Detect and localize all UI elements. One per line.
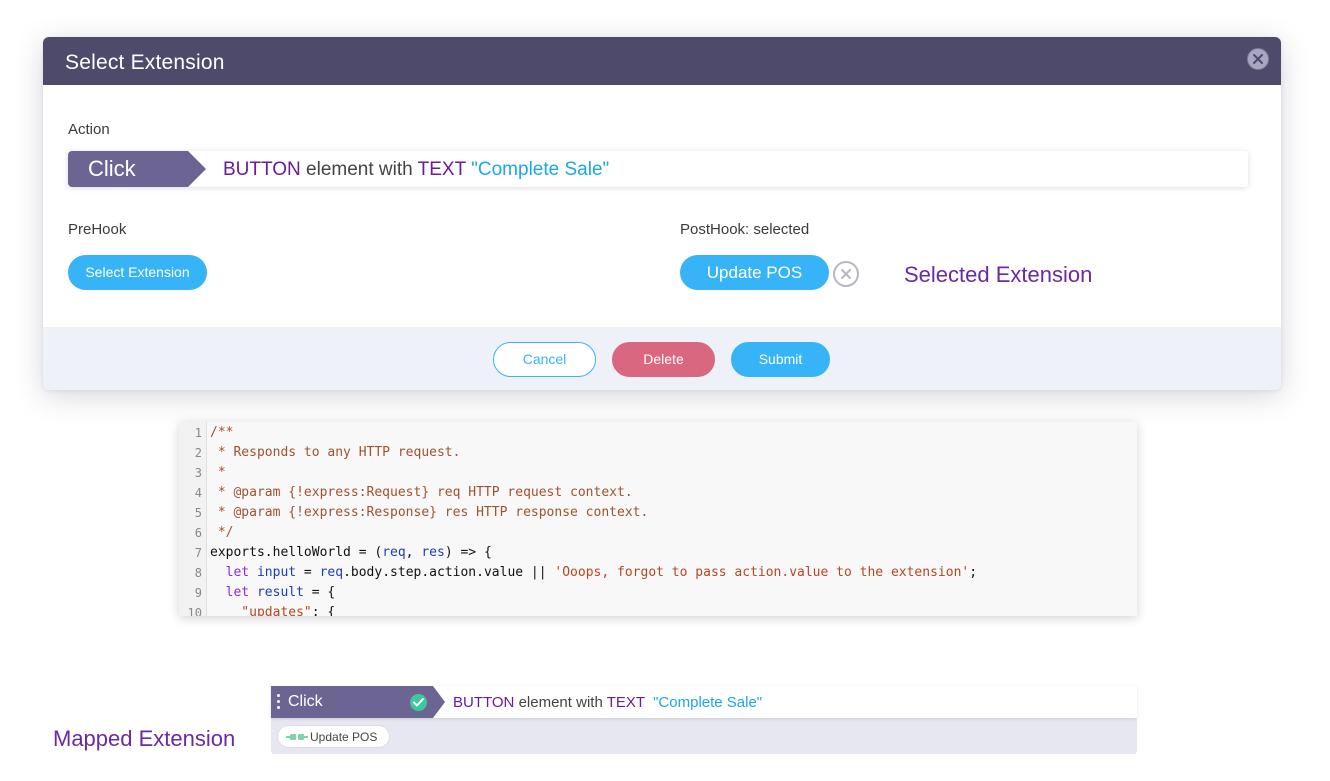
code-line: 6 */: [179, 524, 1137, 544]
code-token: ;: [969, 565, 978, 580]
line-number: 10: [187, 606, 202, 616]
prehook-label: PreHook: [68, 221, 127, 238]
code-token: exports.helloWorld = (: [210, 545, 383, 560]
code-text: let result = {: [210, 585, 336, 600]
line-number: 5: [194, 506, 202, 520]
code-line: 7 exports.helloWorld = (req, res) => {: [179, 544, 1137, 564]
action-type-chip: Click: [68, 151, 206, 187]
code-token: = {: [303, 585, 336, 600]
cancel-button[interactable]: Cancel: [493, 342, 596, 377]
code-token: res: [421, 545, 445, 560]
mapped-extension-label: Update POS: [310, 730, 378, 744]
posthook-label: PostHook: selected: [680, 221, 810, 238]
select-extension-modal: Select Extension Action Click BUTTON ele…: [43, 37, 1281, 390]
plug-icon: [286, 734, 308, 740]
element-keyword: BUTTON: [223, 159, 301, 180]
code-token: .body.step.action.value ||: [343, 565, 555, 580]
code-text: /**: [210, 425, 234, 440]
code-token: result: [256, 585, 304, 600]
code-line: 8 let input = req.body.step.action.value…: [179, 564, 1137, 584]
remove-circle-icon[interactable]: [833, 261, 859, 287]
code-line: 3 *: [179, 464, 1137, 484]
close-icon[interactable]: [1247, 48, 1269, 70]
code-token: input: [256, 565, 297, 580]
code-line: 10 "updates": {: [179, 604, 1137, 616]
code-token: req: [319, 565, 344, 580]
code-token: let: [210, 565, 257, 580]
code-text: * Responds to any HTTP request.: [210, 445, 461, 460]
selected-extension-caption: Selected Extension: [904, 262, 1093, 287]
check-circle-icon: [410, 694, 427, 711]
line-number: 9: [194, 586, 202, 600]
code-text: "updates": {: [210, 605, 335, 616]
submit-button[interactable]: Submit: [731, 342, 830, 377]
line-number: 7: [194, 546, 202, 560]
line-number: 4: [194, 486, 202, 500]
text-value: "Complete Sale": [644, 694, 763, 711]
code-editor[interactable]: 1 /** 2 * Responds to any HTTP request. …: [179, 422, 1137, 616]
action-bar: Click BUTTON element with TEXT "Complete…: [68, 151, 1248, 187]
action-type-label: Click: [88, 156, 136, 181]
mapped-action-description: BUTTON element with TEXT "Complete Sale": [453, 694, 762, 711]
modal-footer: Cancel Delete Submit: [43, 327, 1281, 390]
element-connector: element with: [300, 159, 418, 180]
mapped-action-label: Click: [288, 693, 323, 710]
line-number: 2: [194, 446, 202, 460]
delete-button[interactable]: Delete: [612, 342, 715, 377]
code-text: * @param {!express:Request} req HTTP req…: [210, 485, 633, 500]
code-token: ,: [405, 545, 422, 560]
code-text: let input = req.body.step.action.value |…: [210, 565, 977, 580]
code-text: * @param {!express:Response} res HTTP re…: [210, 505, 649, 520]
prehook-select-extension-button[interactable]: Select Extension: [68, 255, 207, 290]
code-text: *: [210, 465, 226, 480]
code-token: : {: [311, 605, 336, 616]
code-text: exports.helloWorld = (req, res) => {: [210, 545, 492, 560]
code-text: */: [210, 525, 234, 540]
code-token: "updates": [210, 605, 312, 616]
line-number: 8: [194, 566, 202, 580]
code-token: =: [296, 565, 320, 580]
code-line: 1 /**: [179, 424, 1137, 444]
action-label: Action: [68, 121, 110, 138]
line-number: 6: [194, 526, 202, 540]
mapped-action-chip: Click: [271, 686, 445, 718]
text-keyword: TEXT: [417, 159, 466, 180]
code-token: ) => {: [444, 545, 492, 560]
modal-header: Select Extension: [43, 37, 1281, 85]
code-line: 5 * @param {!express:Response} res HTTP …: [179, 504, 1137, 524]
mapped-extension-tag[interactable]: Update POS: [277, 725, 390, 748]
element-keyword: BUTTON: [453, 694, 515, 711]
code-token: let: [210, 585, 257, 600]
drag-handle-icon[interactable]: [277, 694, 280, 710]
code-token: req: [382, 545, 406, 560]
text-value: "Complete Sale": [465, 159, 610, 180]
element-connector: element with: [514, 694, 607, 711]
mapped-extension-caption: Mapped Extension: [53, 726, 236, 751]
code-line: 4 * @param {!express:Request} req HTTP r…: [179, 484, 1137, 504]
text-keyword: TEXT: [606, 694, 645, 711]
mapped-step-card: Click BUTTON element with TEXT "Complete…: [271, 686, 1137, 754]
mapped-step-bar[interactable]: Click BUTTON element with TEXT "Complete…: [271, 686, 1137, 718]
posthook-extension-button[interactable]: Update POS: [680, 255, 829, 290]
modal-title: Select Extension: [65, 51, 225, 74]
line-number: 1: [194, 426, 202, 440]
line-number: 3: [194, 466, 202, 480]
code-line: 9 let result = {: [179, 584, 1137, 604]
code-token: 'Ooops, forgot to pass action.value to t…: [554, 565, 970, 580]
action-description: BUTTON element with TEXT "Complete Sale": [223, 159, 609, 181]
code-line: 2 * Responds to any HTTP request.: [179, 444, 1137, 464]
